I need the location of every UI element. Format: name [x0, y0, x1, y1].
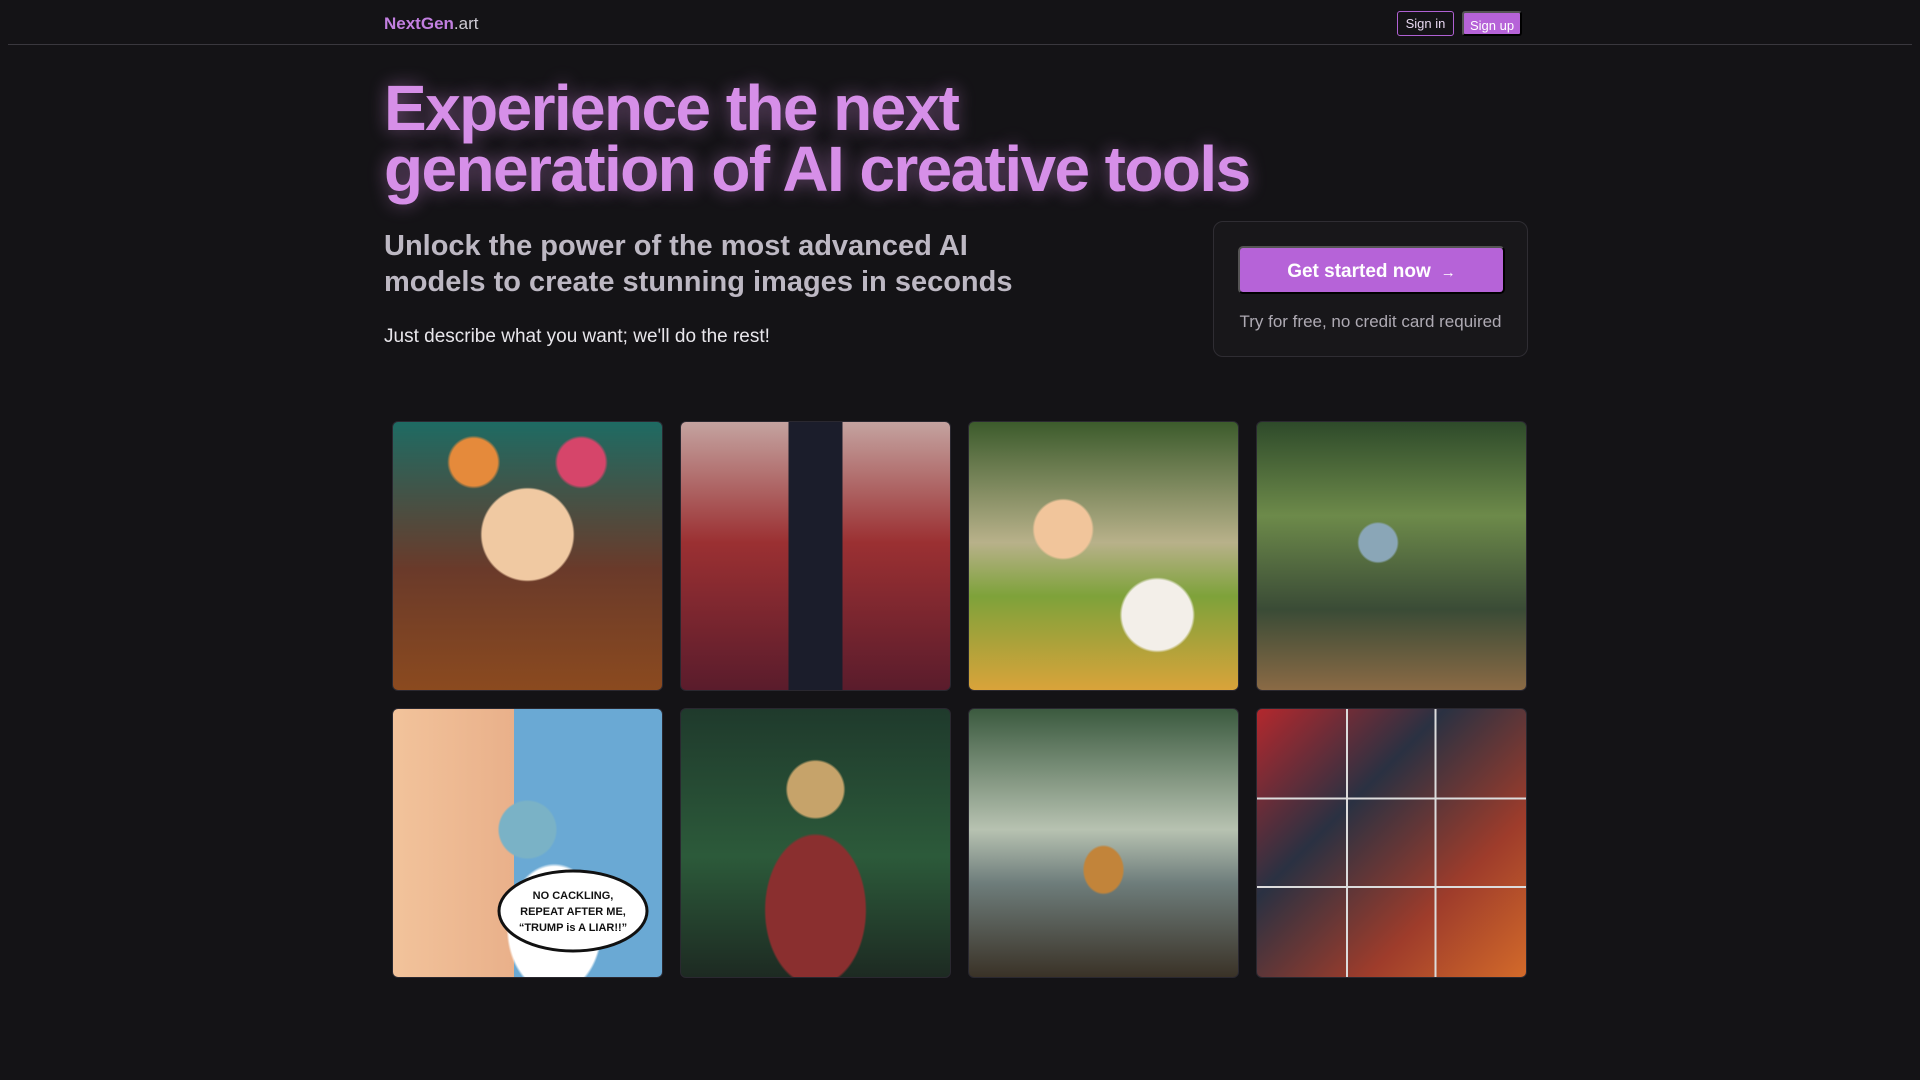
arrow-right-icon: →: [1440, 264, 1456, 281]
sign-up-button[interactable]: Sign up: [1462, 11, 1522, 36]
hero-subheading-line1: Unlock the power of the most advanced AI: [384, 230, 968, 262]
speech-bubble-line2: REPEAT AFTER ME,: [520, 906, 626, 918]
get-started-label: Get started now: [1287, 261, 1431, 282]
logo[interactable]: NextGen.art: [384, 14, 478, 34]
hero-headline: Experience the next generation of AI cre…: [384, 76, 1364, 201]
gallery-image-anime-girl[interactable]: [392, 421, 663, 691]
gallery-image-dog-river[interactable]: [968, 708, 1239, 978]
speech-bubble-line1: NO CACKLING,: [533, 890, 614, 902]
gallery-image-man-suit[interactable]: [680, 421, 951, 691]
hero-tagline: Just describe what you want; we'll do th…: [384, 326, 770, 347]
logo-suffix: .art: [453, 14, 479, 33]
hero-subheading-line2: models to create stunning images in seco…: [384, 266, 1013, 298]
top-navbar: [8, 0, 1912, 45]
get-started-button[interactable]: Get started now →: [1238, 246, 1505, 294]
cta-note: Try for free, no credit card required: [1239, 312, 1502, 331]
gallery-image-superhero-comic[interactable]: [1256, 708, 1527, 978]
gallery-image-boy-stream[interactable]: [1256, 421, 1527, 691]
logo-name: NextGen: [384, 14, 454, 33]
speech-bubble-line3: “TRUMP is A LIAR!!”: [519, 922, 627, 934]
sign-in-button[interactable]: Sign in: [1397, 11, 1454, 36]
speech-bubble: NO CACKLING, REPEAT AFTER ME, “TRUMP is …: [497, 869, 649, 953]
gallery-image-girl-puppy[interactable]: [968, 421, 1239, 691]
hero-headline-line2: generation of AI creative tools: [384, 133, 1251, 205]
gallery-image-meditating-deity[interactable]: [680, 708, 951, 978]
cta-card: Get started now → Try for free, no credit…: [1213, 221, 1528, 357]
hero-subheading: Unlock the power of the most advanced AI…: [384, 228, 1024, 300]
gallery-image-political-cartoon[interactable]: NO CACKLING, REPEAT AFTER ME, “TRUMP is …: [392, 708, 663, 978]
